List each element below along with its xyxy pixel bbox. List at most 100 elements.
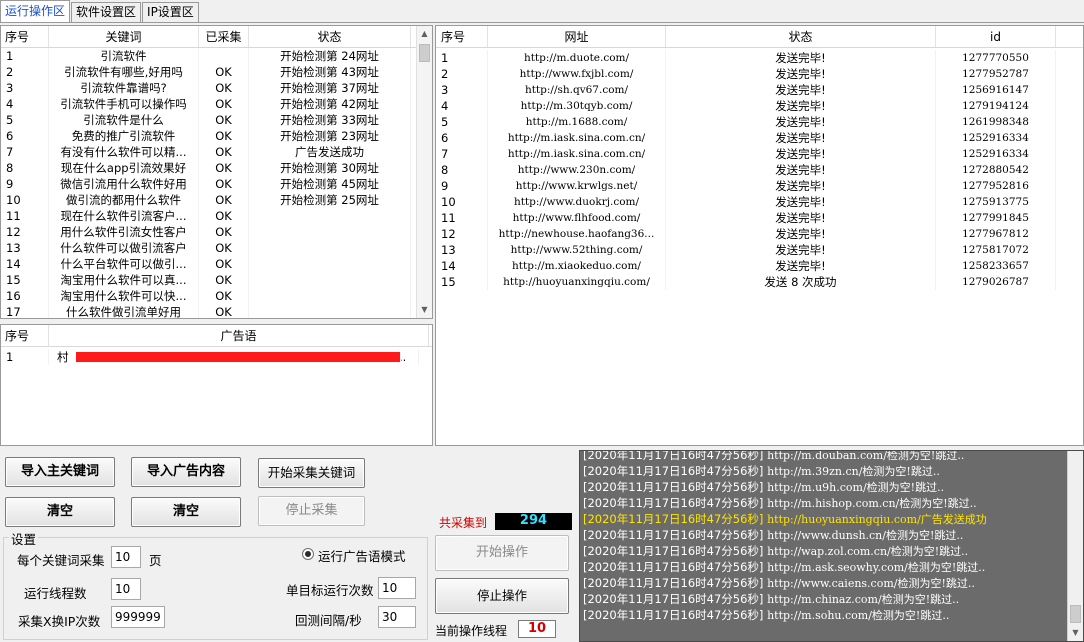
start-operation-button[interactable]: 开始操作 — [435, 535, 569, 571]
scroll-down-arrow-icon[interactable]: ▼ — [417, 302, 432, 318]
keyword-table: 序号 关键词 已采集 状态 1 引流软件 开始检测第 24网址 2 引流软件有哪些,好用… — [0, 25, 433, 319]
keyword-row[interactable]: 12 用什么软件引流女性客户 OK — [1, 224, 432, 240]
import-ads-button[interactable]: 导入广告内容 — [131, 457, 241, 487]
log-scrollbar[interactable]: ▼ — [1067, 451, 1083, 641]
site-row[interactable]: 5 http://m.1688.com/发送完毕! 1261998348 — [436, 114, 1083, 130]
log-message: http://m.39zn.cn/检测为空!跳过.. — [767, 465, 940, 478]
keyword-row[interactable]: 3 引流软件靠谱吗? OK 开始检测第 37网址 — [1, 80, 432, 96]
log-message: http://wap.zol.com.cn/检测为空!跳过.. — [767, 545, 969, 558]
log-line: [2020年11月17日16时47分56秒] http://m.hishop.c… — [583, 495, 977, 511]
clear-ads-button[interactable]: 清空 — [131, 497, 241, 527]
site-row[interactable]: 9 http://www.krwlgs.net/发送完毕! 1277952816 — [436, 178, 1083, 194]
keyword-row[interactable]: 5 引流软件是什么 OK 开始检测第 33网址 — [1, 112, 432, 128]
col-header-site-status[interactable]: 状态 — [666, 26, 936, 47]
keyword-row-status: 开始检测第 25网址 — [249, 192, 411, 208]
keyword-row[interactable]: 11 现在什么软件引流客户... OK — [1, 208, 432, 224]
keyword-row[interactable]: 15 淘宝用什么软件可以真... OK — [1, 272, 432, 288]
site-row[interactable]: 4 http://m.30tqyb.com/发送完毕! 1279194124 — [436, 98, 1083, 114]
keyword-row-index: 14 — [1, 256, 49, 272]
keyword-row[interactable]: 2 引流软件有哪些,好用吗 OK 开始检测第 43网址 — [1, 64, 432, 80]
keyword-row[interactable]: 10 做引流的都用什么软件 OK 开始检测第 25网址 — [1, 192, 432, 208]
log-message: http://www.caiens.com/检测为空!跳过.. — [767, 577, 975, 590]
site-row[interactable]: 11 http://www.flhfood.com/发送完毕! 1277991845 — [436, 210, 1083, 226]
site-row[interactable]: 3 http://sh.qv67.com/发送完毕! 1256916147 — [436, 82, 1083, 98]
keyword-row[interactable]: 9 微信引流用什么软件好用 OK 开始检测第 45网址 — [1, 176, 432, 192]
tab-run-area[interactable]: 运行操作区 — [0, 0, 71, 22]
stop-collect-button[interactable]: 停止采集 — [258, 496, 365, 526]
site-row[interactable]: 15 http://huoyuanxingqiu.com/发送 8 次成功 1279… — [436, 274, 1083, 290]
keyword-row-keyword: 引流软件靠谱吗? — [49, 80, 199, 96]
log-message: http://m.ask.seowhy.com/检测为空!跳过.. — [767, 561, 986, 574]
keyword-row[interactable]: 14 什么平台软件可以做引... OK — [1, 256, 432, 272]
start-collect-button[interactable]: 开始采集关键词 — [258, 458, 365, 488]
site-row-id: 1275913775 — [936, 194, 1056, 210]
keyword-row[interactable]: 17 什么软件做引流单好用 OK — [1, 304, 432, 318]
col-header-site-index[interactable]: 序号 — [436, 26, 488, 47]
interval-input[interactable] — [378, 606, 416, 628]
log-scroll-thumb[interactable] — [1070, 605, 1081, 623]
keyword-row-index: 12 — [1, 224, 49, 240]
site-row-status: 发送完毕! — [666, 114, 936, 130]
keyword-row-collected: OK — [199, 208, 249, 224]
keyword-row[interactable]: 13 什么软件可以做引流客户 OK — [1, 240, 432, 256]
col-header-collected[interactable]: 已采集 — [199, 26, 249, 47]
site-row[interactable]: 8 http://www.230n.com/发送完毕! 1272880542 — [436, 162, 1083, 178]
site-row[interactable]: 10 http://www.duokrj.com/发送完毕! 1275913775 — [436, 194, 1083, 210]
clear-keywords-button[interactable]: 清空 — [5, 497, 115, 527]
ip-switch-input[interactable] — [111, 606, 165, 628]
ad-mode-label[interactable]: 运行广告语模式 — [318, 546, 406, 565]
keyword-row-keyword: 什么软件可以做引流客户 — [49, 240, 199, 256]
ad-row[interactable]: 1 村 .. — [1, 349, 432, 365]
col-header-ad-index[interactable]: 序号 — [1, 325, 49, 346]
scroll-thumb[interactable] — [419, 44, 430, 62]
keyword-row[interactable]: 7 有没有什么软件可以精... OK 广告发送成功 — [1, 144, 432, 160]
keyword-row-index: 5 — [1, 112, 49, 128]
site-row-status: 发送完毕! — [666, 146, 936, 162]
site-row[interactable]: 12 http://newhouse.haofang36... 发送完毕! 12779… — [436, 226, 1083, 242]
col-header-status[interactable]: 状态 — [249, 26, 411, 47]
log-timestamp: [2020年11月17日16时47分56秒] — [583, 608, 764, 622]
stop-operation-button[interactable]: 停止操作 — [435, 578, 569, 614]
log-line: [2020年11月17日16时47分56秒] http://m.douban.c… — [583, 451, 964, 463]
site-table: 序号 网址 状态 id 1 http://m.duote.com/发送完毕! 127… — [435, 25, 1084, 446]
keyword-row[interactable]: 6 免费的推广引流软件 OK 开始检测第 23网址 — [1, 128, 432, 144]
col-header-keyword[interactable]: 关键词 — [49, 26, 199, 47]
log-scroll-down-icon[interactable]: ▼ — [1068, 625, 1083, 641]
site-row[interactable]: 2 http://www.fxjbl.com/发送完毕! 1277952787 — [436, 66, 1083, 82]
col-header-index[interactable]: 序号 — [1, 26, 49, 47]
threads-input[interactable] — [111, 578, 141, 600]
keyword-row-index: 8 — [1, 160, 49, 176]
keyword-row-status — [249, 240, 411, 256]
keyword-row-status — [249, 304, 411, 318]
log-timestamp: [2020年11月17日16时47分56秒] — [583, 512, 764, 526]
keyword-row[interactable]: 1 引流软件 开始检测第 24网址 — [1, 48, 432, 64]
tab-software-settings[interactable]: 软件设置区 — [71, 2, 142, 22]
keyword-row-keyword: 引流软件是什么 — [49, 112, 199, 128]
site-row-url: http://www.52thing.com/ — [488, 242, 666, 258]
ad-mode-radio[interactable] — [302, 548, 314, 560]
per-keyword-input[interactable] — [111, 546, 141, 568]
keyword-table-scrollbar[interactable]: ▲ ▼ — [416, 26, 432, 318]
single-runs-input[interactable] — [378, 577, 416, 599]
settings-title: 设置 — [9, 529, 39, 548]
log-line: [2020年11月17日16时47分56秒] http://m.39zn.cn/… — [583, 463, 940, 479]
site-row[interactable]: 1 http://m.duote.com/发送完毕! 1277770550 — [436, 50, 1083, 66]
ad-table-header: 序号 广告语 — [1, 325, 432, 347]
keyword-row[interactable]: 8 现在什么app引流效果好 OK 开始检测第 30网址 — [1, 160, 432, 176]
site-row[interactable]: 13 http://www.52thing.com/发送完毕! 1275817072 — [436, 242, 1083, 258]
site-row[interactable]: 14 http://m.xiaokeduo.com/发送完毕! 1258233657 — [436, 258, 1083, 274]
tab-ip-settings[interactable]: IP设置区 — [142, 2, 199, 22]
keyword-row-index: 15 — [1, 272, 49, 288]
site-row[interactable]: 6 http://m.iask.sina.com.cn/发送完毕! 12529163… — [436, 130, 1083, 146]
keyword-row[interactable]: 4 引流软件手机可以操作吗 OK 开始检测第 42网址 — [1, 96, 432, 112]
import-keywords-button[interactable]: 导入主关键词 — [5, 457, 115, 487]
site-row-index: 13 — [436, 242, 488, 258]
site-row-id: 1277967812 — [936, 226, 1056, 242]
col-header-url[interactable]: 网址 — [488, 26, 666, 47]
col-header-ad-text[interactable]: 广告语 — [49, 325, 429, 346]
site-row[interactable]: 7 http://m.iask.sina.com.cn/发送完毕! 12529163… — [436, 146, 1083, 162]
scroll-up-arrow-icon[interactable]: ▲ — [417, 26, 432, 42]
site-row-id: 1275817072 — [936, 242, 1056, 258]
col-header-id[interactable]: id — [936, 26, 1056, 47]
keyword-row[interactable]: 16 淘宝用什么软件可以快... OK — [1, 288, 432, 304]
